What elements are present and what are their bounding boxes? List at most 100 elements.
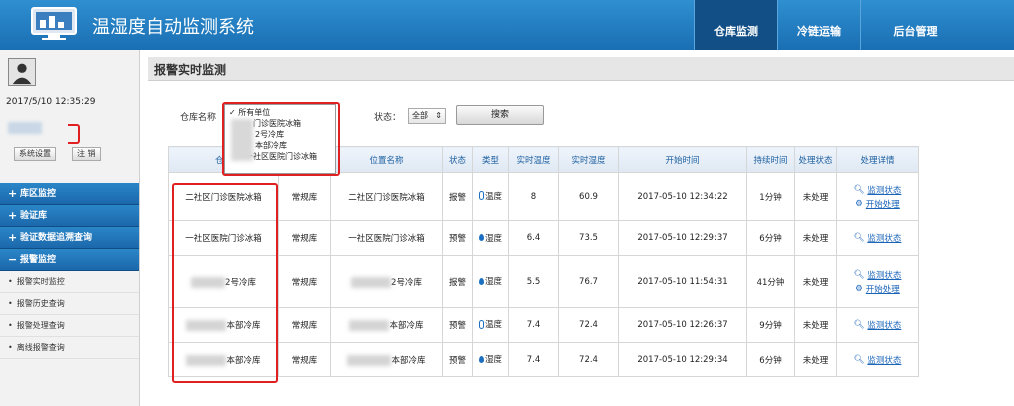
submenu-label: 离线报警查询	[16, 343, 65, 352]
submenu-alarm-realtime[interactable]: • 报警实时监控	[0, 271, 139, 293]
cell-humidity: 73.5	[558, 220, 619, 256]
monitor-status-link[interactable]: 🔍︎ 监测状态	[838, 184, 918, 196]
cell-location: 2号冷库	[330, 255, 443, 308]
monitor-status-link[interactable]: 🔍︎ 监测状态	[838, 354, 918, 366]
cell-store-type: 常规库	[278, 220, 331, 256]
username-redacted	[8, 122, 42, 134]
start-handle-link[interactable]: ⚙ 开始处理	[838, 283, 918, 295]
cell-humidity: 76.7	[558, 255, 619, 308]
nav-warehouse-monitor[interactable]: 仓库监测	[694, 0, 777, 50]
bullet-icon: •	[8, 321, 13, 330]
start-handle-link[interactable]: ⚙ 开始处理	[838, 198, 918, 210]
bullet-icon: •	[8, 343, 13, 352]
redacted-block	[347, 354, 392, 366]
nav-cold-chain[interactable]: 冷链运输	[777, 0, 860, 50]
annotation-box-dropdown	[222, 102, 340, 176]
status-select-value: 全部	[412, 111, 428, 120]
cell-store-type: 常规库	[278, 342, 331, 377]
warehouse-label: 仓库名称	[180, 113, 217, 123]
submenu-alarm-handled[interactable]: • 报警处理查询	[0, 315, 139, 337]
droplet-icon	[478, 277, 484, 285]
table-row: 二社区门诊医院冰箱 常规库 二社区门诊医院冰箱 报警 温度 8 60.9 201…	[168, 172, 919, 221]
cell-temp: 5.5	[508, 255, 559, 308]
monitor-status-link[interactable]: 🔍︎ 监测状态	[838, 269, 918, 281]
page-title-bar: 报警实时监测	[148, 57, 1014, 81]
select-arrows-icon: ⇕	[435, 111, 442, 120]
search-icon: 🔍︎	[853, 233, 865, 243]
cell-handle-status: 未处理	[794, 172, 837, 221]
col-status: 状态	[442, 146, 473, 173]
search-icon: 🔍︎	[853, 269, 865, 280]
nav-backend-admin[interactable]: 后台管理	[860, 0, 970, 50]
cell-duration: 1分钟	[746, 172, 795, 221]
user-avatar-icon	[8, 58, 36, 86]
logout-button[interactable]: 注 销	[72, 147, 101, 161]
redacted-block	[349, 320, 390, 331]
cell-store-type: 常规库	[278, 307, 331, 343]
menu-area-monitor[interactable]: + 库区监控	[0, 183, 139, 205]
menu-verify-store[interactable]: + 验证库	[0, 205, 139, 227]
cell-store-type: 常规库	[278, 172, 331, 221]
cell-type: 湿度	[472, 220, 509, 256]
cell-actions: 🔍︎ 监测状态	[836, 307, 919, 343]
submenu-label: 报警处理查询	[16, 321, 65, 330]
status-select[interactable]: 全部 ⇕	[408, 108, 446, 124]
app-title: 温湿度自动监测系统	[92, 17, 254, 38]
col-type: 类型	[472, 146, 509, 173]
search-icon: 🔍︎	[853, 184, 865, 195]
menu-label: 验证库	[20, 210, 48, 221]
cell-start-time: 2017-05-10 12:29:37	[618, 220, 747, 256]
app-header: 温湿度自动监测系统 仓库监测 冷链运输 后台管理	[0, 0, 1014, 50]
col-start-time: 开始时间	[618, 146, 747, 173]
droplet-icon	[478, 234, 484, 242]
col-humidity: 实时湿度	[558, 146, 619, 173]
cell-start-time: 2017-05-10 12:26:37	[618, 307, 747, 343]
col-handle-detail: 处理详情	[836, 146, 919, 173]
search-icon: 🔍︎	[853, 354, 865, 365]
collapse-icon: −	[8, 252, 18, 266]
cell-status: 报警	[442, 255, 473, 308]
menu-label: 报警监控	[20, 254, 57, 265]
thermometer-icon	[478, 319, 484, 329]
settings-button[interactable]: 系统设置	[14, 147, 56, 161]
cell-type: 温度	[472, 172, 509, 221]
cell-actions: 🔍︎ 监测状态	[836, 220, 919, 256]
menu-alarm-monitor[interactable]: − 报警监控	[0, 249, 139, 271]
alarm-table: 仓库 位置名称 状态 类型 实时温度 实时湿度 开始时间 持续时间 处理状态 处…	[168, 146, 919, 377]
cell-status: 报警	[442, 172, 473, 221]
monitor-status-link[interactable]: 🔍︎ 监测状态	[838, 232, 918, 244]
annotation-box-warehouse-column	[172, 183, 278, 383]
redacted-block	[351, 276, 392, 288]
cell-actions: 🔍︎ 监测状态	[836, 342, 919, 377]
cell-temp: 7.4	[508, 307, 559, 343]
submenu-alarm-history[interactable]: • 报警历史查询	[0, 293, 139, 315]
cell-duration: 6分钟	[746, 342, 795, 377]
thermometer-icon	[478, 191, 484, 201]
submenu-offline-alarm[interactable]: • 离线报警查询	[0, 337, 139, 359]
monitor-logo-icon	[31, 7, 77, 40]
table-row: 2号冷库 常规库 2号冷库 报警 湿度 5.5 76.7 2017-05-10 …	[168, 255, 919, 308]
cell-status: 预警	[442, 342, 473, 377]
cell-temp: 8	[508, 172, 559, 221]
expand-icon: +	[8, 230, 18, 244]
submenu-label: 报警实时监控	[16, 277, 65, 286]
bullet-icon: •	[8, 299, 13, 308]
cell-temp: 6.4	[508, 220, 559, 256]
cell-type: 湿度	[472, 255, 509, 308]
menu-verify-trace[interactable]: + 验证数据追溯查询	[0, 227, 139, 249]
side-menu: + 库区监控 + 验证库 + 验证数据追溯查询 − 报警监控 • 报警实时监控 • 报警历史…	[0, 183, 139, 359]
expand-icon: +	[8, 208, 18, 222]
page-title: 报警实时监测	[154, 63, 227, 77]
monitor-status-link[interactable]: 🔍︎ 监测状态	[838, 319, 918, 331]
cell-location: 本部冷库	[330, 307, 443, 343]
cell-location: 二社区门诊医院冰箱	[330, 172, 443, 221]
cell-start-time: 2017-05-10 11:54:31	[618, 255, 747, 308]
cell-humidity: 60.9	[558, 172, 619, 221]
current-datetime: 2017/5/10 12:35:29	[6, 97, 96, 107]
cell-duration: 9分钟	[746, 307, 795, 343]
table-row: 本部冷库 常规库 本部冷库 预警 湿度 7.4 72.4 2017-05-10 …	[168, 342, 919, 377]
cell-handle-status: 未处理	[794, 342, 837, 377]
cell-humidity: 72.4	[558, 307, 619, 343]
cell-handle-status: 未处理	[794, 220, 837, 256]
search-button[interactable]: 搜索	[456, 105, 544, 125]
